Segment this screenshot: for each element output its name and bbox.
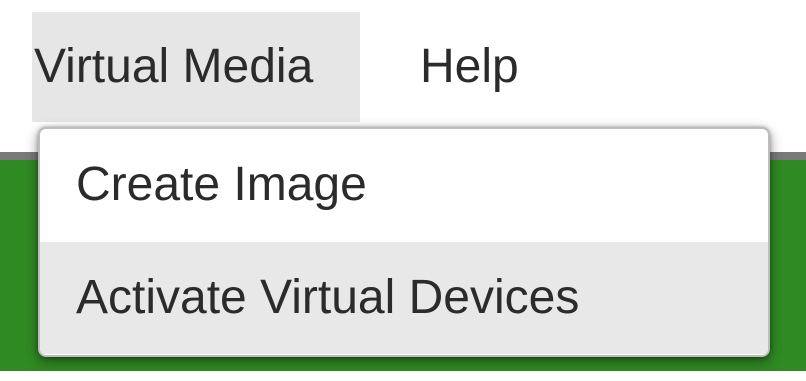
menu-item-activate-virtual-devices[interactable]: Activate Virtual Devices (40, 242, 768, 354)
menu-bar: Virtual Media Help (0, 0, 806, 132)
virtual-media-dropdown: Create Image Activate Virtual Devices (38, 127, 770, 357)
menu-virtual-media[interactable]: Virtual Media (32, 12, 360, 122)
menu-item-create-image[interactable]: Create Image (40, 129, 768, 241)
menu-help[interactable]: Help (420, 12, 550, 122)
window: Virtual Media Help Create Image Activate… (0, 0, 806, 381)
bottom-edge (0, 371, 806, 381)
